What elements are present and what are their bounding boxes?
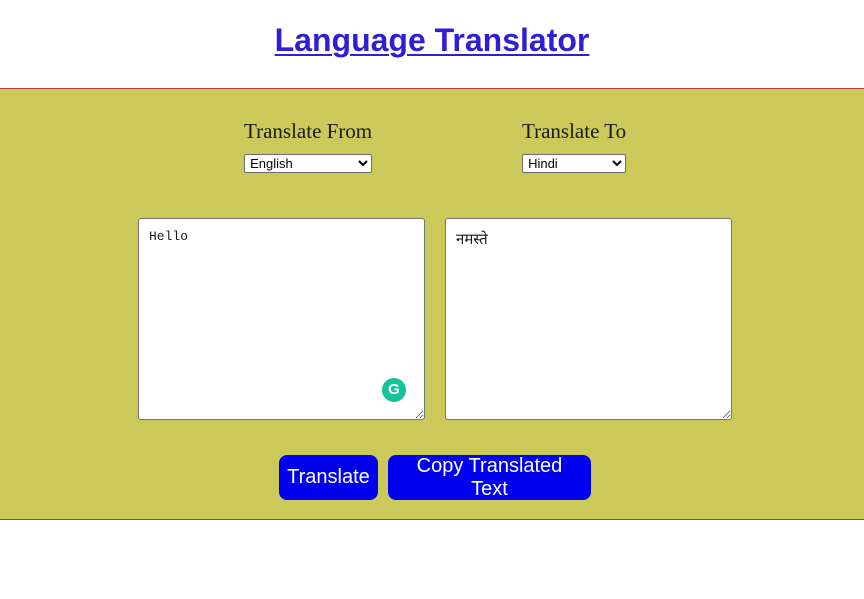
translated-text-output[interactable]: नमस्ते [445, 218, 732, 420]
translate-from-label: Translate From [244, 119, 373, 143]
translator-panel: Translate From English Translate To Hind… [0, 88, 864, 520]
translate-button[interactable]: Translate [279, 455, 378, 500]
copy-translated-text-button[interactable]: Copy Translated Text [388, 455, 591, 500]
translate-from-group: Translate From English [244, 119, 372, 173]
grammarly-icon[interactable]: G [382, 378, 406, 402]
page-title[interactable]: Language Translator [0, 22, 864, 59]
translate-to-label: Translate To [522, 119, 627, 143]
translate-from-select[interactable]: English [244, 154, 373, 173]
translate-to-group: Translate To Hindi [522, 119, 626, 173]
page-header: Language Translator [0, 0, 864, 88]
translate-to-select[interactable]: Hindi [522, 154, 627, 173]
